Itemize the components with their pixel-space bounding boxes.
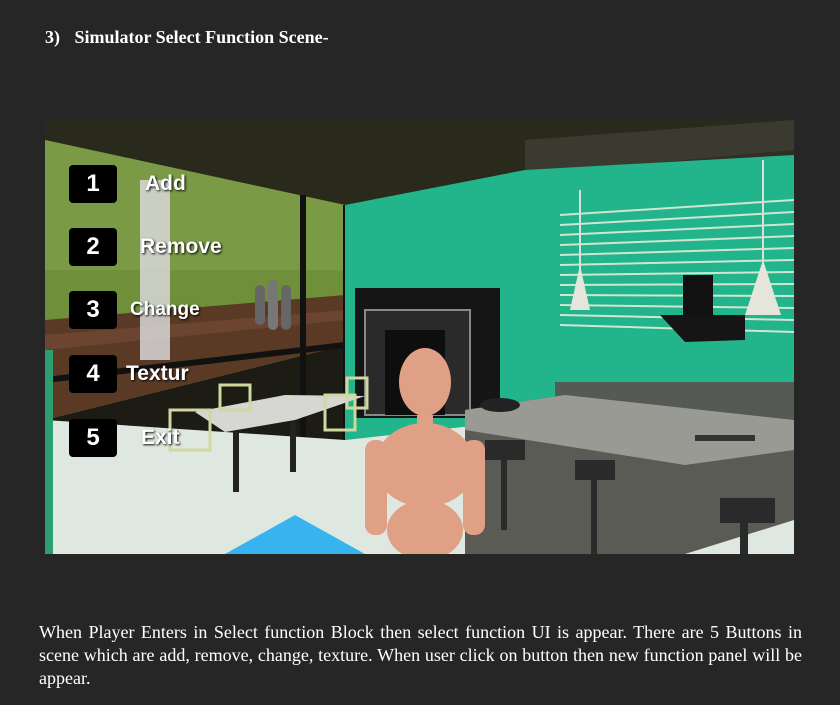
simulator-screenshot: 1 Add 2 Remove 3 Change 4 Textur 5 Exit <box>45 120 794 554</box>
add-button[interactable]: 1 Add <box>69 164 186 204</box>
button-number: 1 <box>69 165 117 203</box>
button-label: Exit <box>141 426 180 449</box>
section-heading: 3) Simulator Select Function Scene- <box>45 27 329 48</box>
button-label: Textur <box>126 362 189 385</box>
remove-button[interactable]: 2 Remove <box>69 227 222 267</box>
description-paragraph: When Player Enters in Select function Bl… <box>39 622 802 688</box>
button-label: Change <box>130 299 200 320</box>
button-number: 5 <box>69 419 117 457</box>
texture-button[interactable]: 4 Textur <box>69 354 189 394</box>
button-number: 3 <box>69 291 117 329</box>
button-label: Remove <box>140 235 222 258</box>
button-number: 2 <box>69 228 117 266</box>
button-label: Add <box>145 172 186 195</box>
exit-button[interactable]: 5 Exit <box>69 418 180 458</box>
section-number: 3) <box>45 27 60 47</box>
button-number: 4 <box>69 355 117 393</box>
section-title: Simulator Select Function Scene- <box>74 27 329 47</box>
change-button[interactable]: 3 Change <box>69 290 200 330</box>
